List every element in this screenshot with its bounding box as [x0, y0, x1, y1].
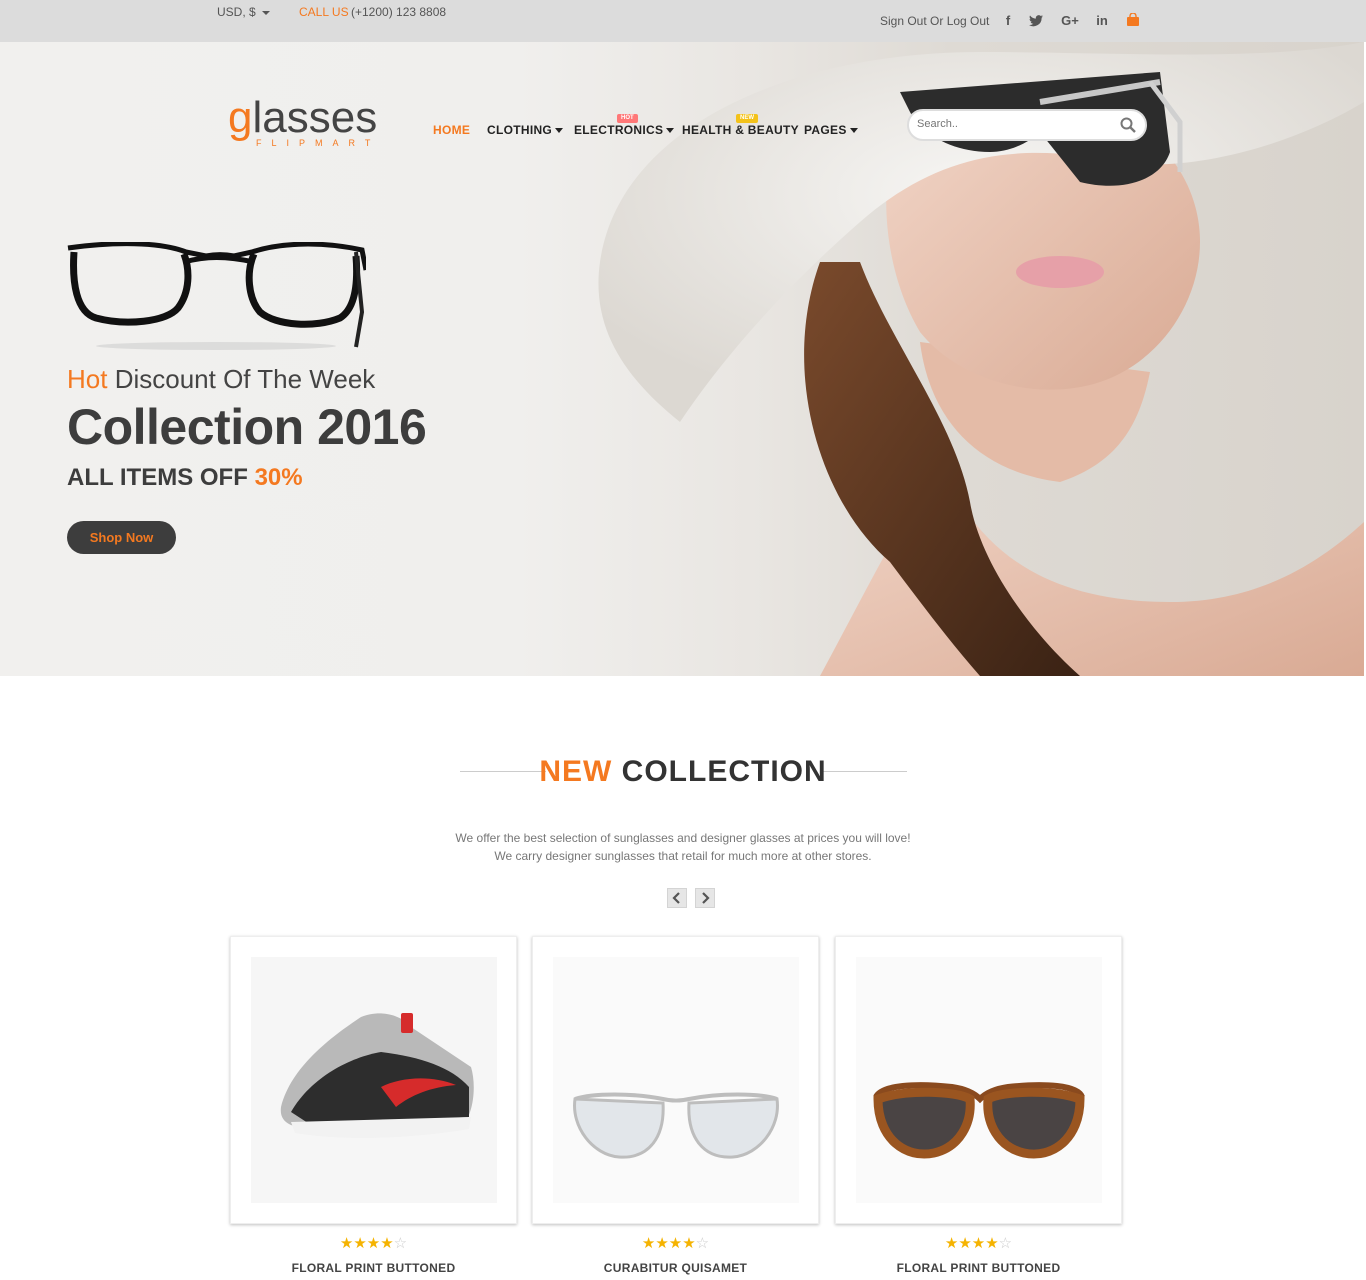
product-card[interactable]: [835, 936, 1122, 1224]
product-card[interactable]: [230, 936, 517, 1224]
hero-banner: glasses FLIPMART HOME CLOTHING ELECTRONI…: [0, 42, 1364, 676]
product-name[interactable]: FLORAL PRINT BUTTONED: [230, 1261, 517, 1275]
shop-now-button[interactable]: Shop Now: [67, 521, 176, 554]
nav-electronics[interactable]: ELECTRONICS: [574, 123, 675, 137]
nav-clothing[interactable]: CLOTHING: [487, 123, 564, 137]
search-input[interactable]: [917, 118, 1117, 130]
product-name[interactable]: FLORAL PRINT BUTTONED: [835, 1261, 1122, 1275]
product-card[interactable]: [532, 936, 819, 1224]
hero-title: Collection 2016: [67, 399, 427, 455]
section-title: NEW COLLECTION: [0, 755, 1366, 789]
carousel-next-button[interactable]: [695, 888, 715, 908]
hero-tagline-accent: Hot: [67, 364, 108, 394]
google-plus-icon[interactable]: G+: [1058, 12, 1082, 30]
caret-down-icon: [555, 128, 564, 134]
top-bar: USD, $ CALL US (+1200) 123 8808 Sign Out…: [0, 0, 1366, 42]
mirrored-sunglasses-image: [553, 957, 799, 1203]
hero-subtitle-prefix: ALL ITEMS OFF: [67, 464, 248, 491]
site-logo[interactable]: glasses FLIPMART: [228, 93, 378, 149]
caret-down-icon: [849, 128, 858, 134]
chevron-right-icon: [702, 892, 710, 904]
facebook-icon[interactable]: f: [999, 12, 1017, 30]
sign-out-link[interactable]: Sign Out Or Log Out: [880, 14, 989, 28]
cart-icon[interactable]: [1126, 12, 1140, 27]
nav-pages-label: PAGES: [804, 123, 847, 137]
linkedin-icon[interactable]: in: [1093, 12, 1111, 30]
caret-down-icon: [261, 10, 270, 15]
currency-label: USD, $: [217, 5, 256, 19]
nav-home[interactable]: HOME: [433, 123, 470, 137]
nav-pages[interactable]: PAGES: [804, 123, 858, 137]
currency-selector[interactable]: USD, $: [217, 5, 270, 19]
logo-g: g: [228, 93, 253, 142]
hero-tagline: Hot Discount Of The Week: [67, 364, 375, 395]
product-rating: ★★★★☆: [339, 1235, 408, 1252]
logo-subtitle: FLIPMART: [256, 138, 381, 148]
new-badge: NEW: [736, 114, 758, 123]
carousel-prev-button[interactable]: [667, 888, 687, 908]
nav-electronics-label: ELECTRONICS: [574, 123, 664, 137]
section-title-rest: COLLECTION: [621, 755, 827, 788]
sneaker-image: [251, 957, 497, 1203]
chevron-left-icon: [672, 892, 680, 904]
phone-number: (+1200) 123 8808: [351, 5, 447, 19]
hero-subtitle: ALL ITEMS OFF 30%: [67, 464, 303, 492]
section-description-1: We offer the best selection of sunglasse…: [455, 831, 911, 845]
nav-clothing-label: CLOTHING: [487, 123, 553, 137]
product-rating: ★★★★☆: [944, 1235, 1013, 1252]
nav-health-beauty[interactable]: HEALTH & BEAUTY: [682, 123, 799, 137]
product-rating: ★★★★☆: [641, 1235, 710, 1252]
caret-down-icon: [666, 128, 675, 134]
search-icon[interactable]: [1120, 117, 1136, 133]
hot-badge: HOT: [617, 114, 638, 123]
section-description-2: We carry designer sunglasses that retail…: [494, 849, 872, 863]
section-title-accent: NEW: [539, 755, 613, 788]
twitter-icon[interactable]: [1027, 12, 1045, 30]
logo-word: lasses: [252, 93, 378, 142]
product-name[interactable]: CURABITUR QUISAMET: [532, 1261, 819, 1275]
tortoise-sunglasses-image: [856, 957, 1102, 1203]
search-box: [907, 109, 1147, 141]
call-us-label: CALL US: [299, 5, 349, 19]
eyeglasses-image: [67, 242, 366, 350]
hero-tagline-rest: Discount Of The Week: [114, 364, 376, 394]
hero-discount: 30%: [254, 464, 303, 491]
